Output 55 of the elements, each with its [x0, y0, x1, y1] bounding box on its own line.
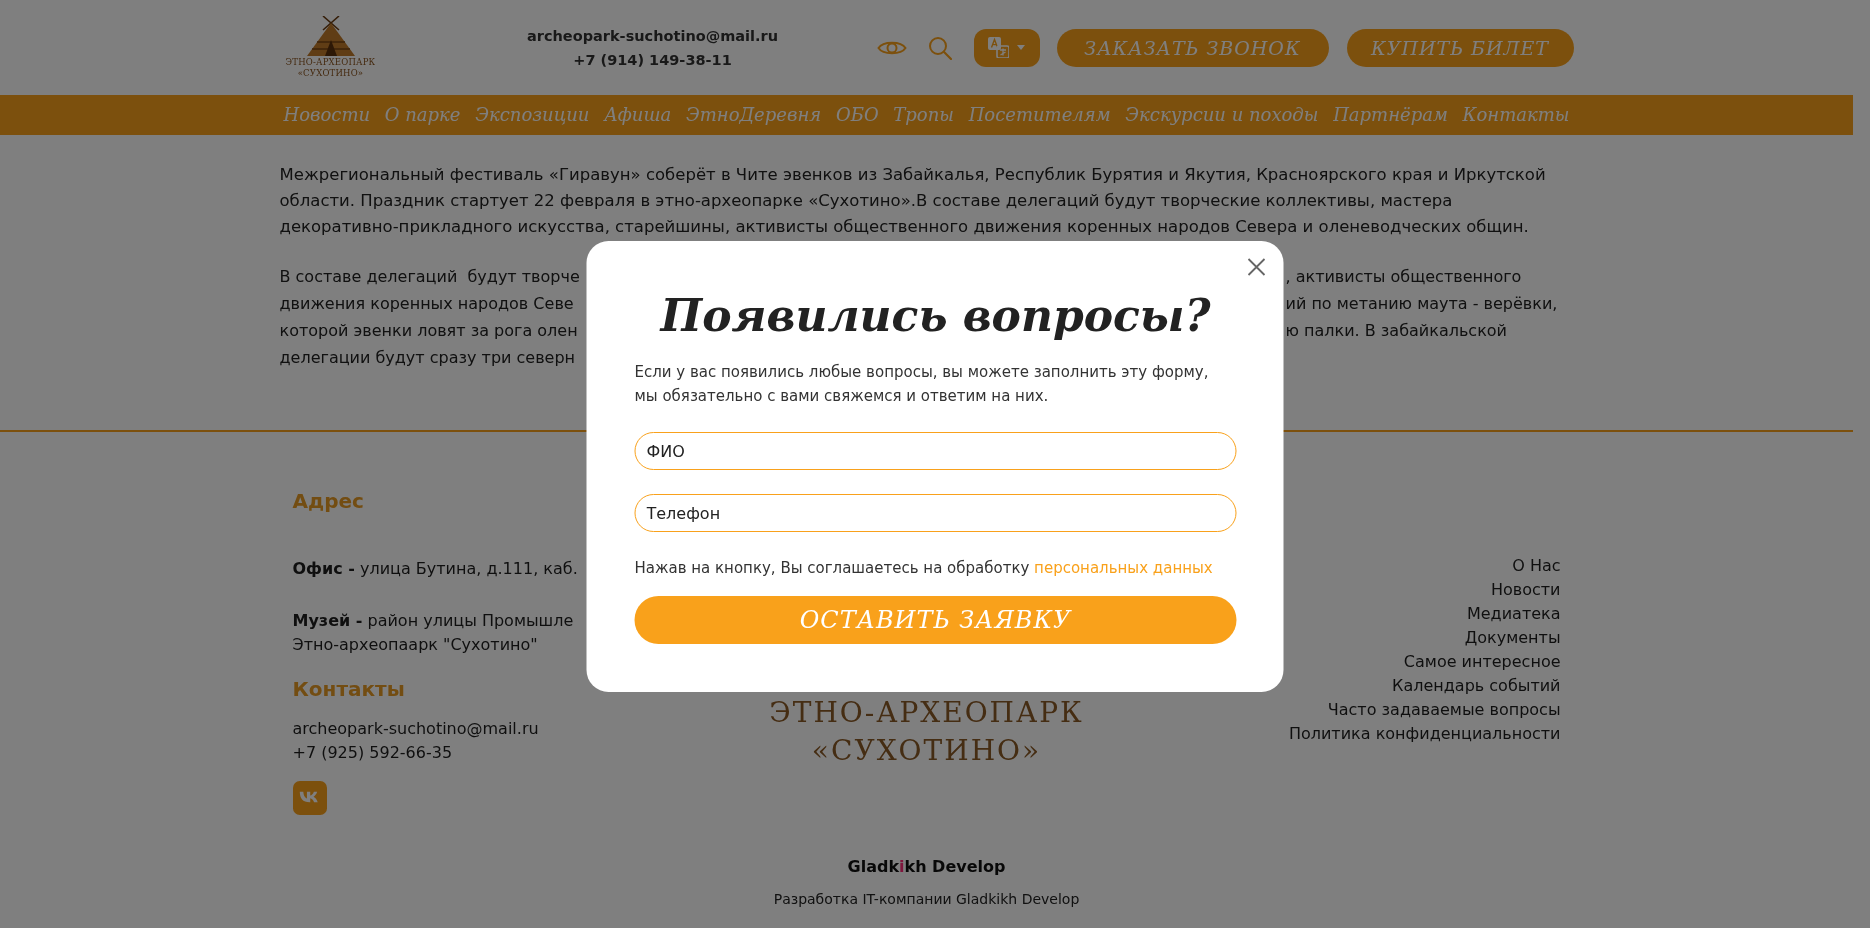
footer-heading: Контакты [292, 677, 405, 701]
footer-heading: Адрес [292, 489, 364, 513]
consent-text: Нажав на кнопку, Вы соглашаетесь на обработку персональных данных [634, 558, 1213, 579]
translate-icon [988, 37, 1009, 58]
close-icon [1247, 258, 1266, 276]
footer-logo-text: ЭТНО-АРХЕОПАРК «СУХОТИНО» [769, 695, 1084, 769]
header-phone[interactable]: +7 (914) 149-38-11 [573, 47, 732, 72]
privacy-link[interactable]: персональных данных [1034, 559, 1213, 577]
dialog-title: Появились вопросы? [660, 289, 1211, 343]
nav-link[interactable]: Посетителям [968, 95, 1111, 135]
paragraph-fragment: , активисты общественного [1285, 266, 1522, 288]
address-line: Музей - район улицы Промышле [292, 610, 574, 632]
ticket-button[interactable]: КУПИТЬ БИЛЕТ [1346, 28, 1574, 67]
footer-link[interactable]: Новости [1490, 578, 1561, 602]
nav-link[interactable]: Экспозиции [475, 95, 590, 135]
footer-link[interactable]: Самое интересное [1403, 650, 1561, 674]
submit-button[interactable]: ОСТАВИТЬ ЗАЯВКУ [634, 596, 1237, 644]
nav-link[interactable]: Тропы [893, 95, 954, 135]
footer-link[interactable]: О Нас [1512, 554, 1561, 578]
name-field[interactable]: ФИО [634, 432, 1237, 470]
nav-link[interactable]: Контакты [1462, 95, 1570, 135]
nav-link[interactable]: ЭтноДеревня [685, 95, 822, 135]
logo-text: ЭТНО-АРХЕОПАРК «СУХОТИНО» [285, 57, 376, 79]
footer-phone[interactable]: +7 (925) 592-66-35 [292, 741, 453, 765]
footer-link[interactable]: Медиатека [1466, 602, 1561, 626]
social-link-icon[interactable] [292, 781, 327, 815]
search-icon[interactable] [927, 35, 952, 60]
footer-email[interactable]: archeopark-suchotino@mail.ru [292, 717, 539, 741]
nav-link[interactable]: Партнёрам [1333, 95, 1448, 135]
nav-link[interactable]: О парке [384, 95, 461, 135]
developer-caption: Разработка IT-компании Gladkikh Develop [773, 890, 1080, 909]
language-button[interactable] [973, 28, 1040, 67]
paragraph-fragment: движения коренных народов Севе [279, 293, 574, 315]
header-email[interactable]: archeopark-suchotino@mail.ru [527, 23, 778, 48]
article-paragraph: Межрегиональный фестиваль «Гиравун» соберёт в Чите эвенков из Забайкалья, Республик Бурятия и Якутия, Красноярского края и Иркутской области. Праздник стартует 22 февраля в этно-археопарке «Сухотино».В составе делегаций будут творческие коллективы, мастера декоративно-прикладного искусства, старейшины, активисты общественного движения коренных народов Севера и оленеводческих общин. [279, 164, 1547, 238]
developer-logo[interactable]: Gladkikh Develop [847, 856, 1006, 878]
nav-link[interactable]: Новости [283, 95, 371, 135]
address-line: Офис - улица Бутина, д.111, каб. [292, 558, 578, 580]
paragraph-fragment: которой эвенки ловят за рога олен [279, 320, 578, 342]
nav-link[interactable]: ОБО [835, 95, 879, 135]
footer-link[interactable]: Часто задаваемые вопросы [1327, 698, 1561, 722]
paragraph-fragment: делегации будут сразу три северн [279, 347, 576, 369]
address-line: Этно-археопаарк "Сухотино" [292, 634, 538, 656]
phone-field[interactable]: Телефон [634, 494, 1237, 532]
paragraph-fragment: ий по метанию маута - верёвки, [1285, 293, 1558, 315]
footer-link[interactable]: Календарь событий [1392, 674, 1561, 698]
nav-link[interactable]: Афиша [604, 95, 672, 135]
dialog-description: Если у вас появились любые вопросы, вы можете заполнить эту форму, мы обязательно с вами свяжемся и ответим на них. [634, 362, 1210, 407]
paragraph-fragment: В составе делегаций будут творче [279, 266, 580, 288]
caret-icon [1017, 45, 1025, 50]
callback-button[interactable]: ЗАКАЗАТЬ ЗВОНОК [1056, 28, 1329, 67]
paragraph-fragment: ю палки. В забайкальской [1285, 320, 1507, 342]
nav-link[interactable]: Экскурсии и походы [1125, 95, 1319, 135]
footer-link[interactable]: Документы [1464, 626, 1561, 650]
footer-link[interactable]: Политика конфиденциальности [1288, 722, 1561, 746]
